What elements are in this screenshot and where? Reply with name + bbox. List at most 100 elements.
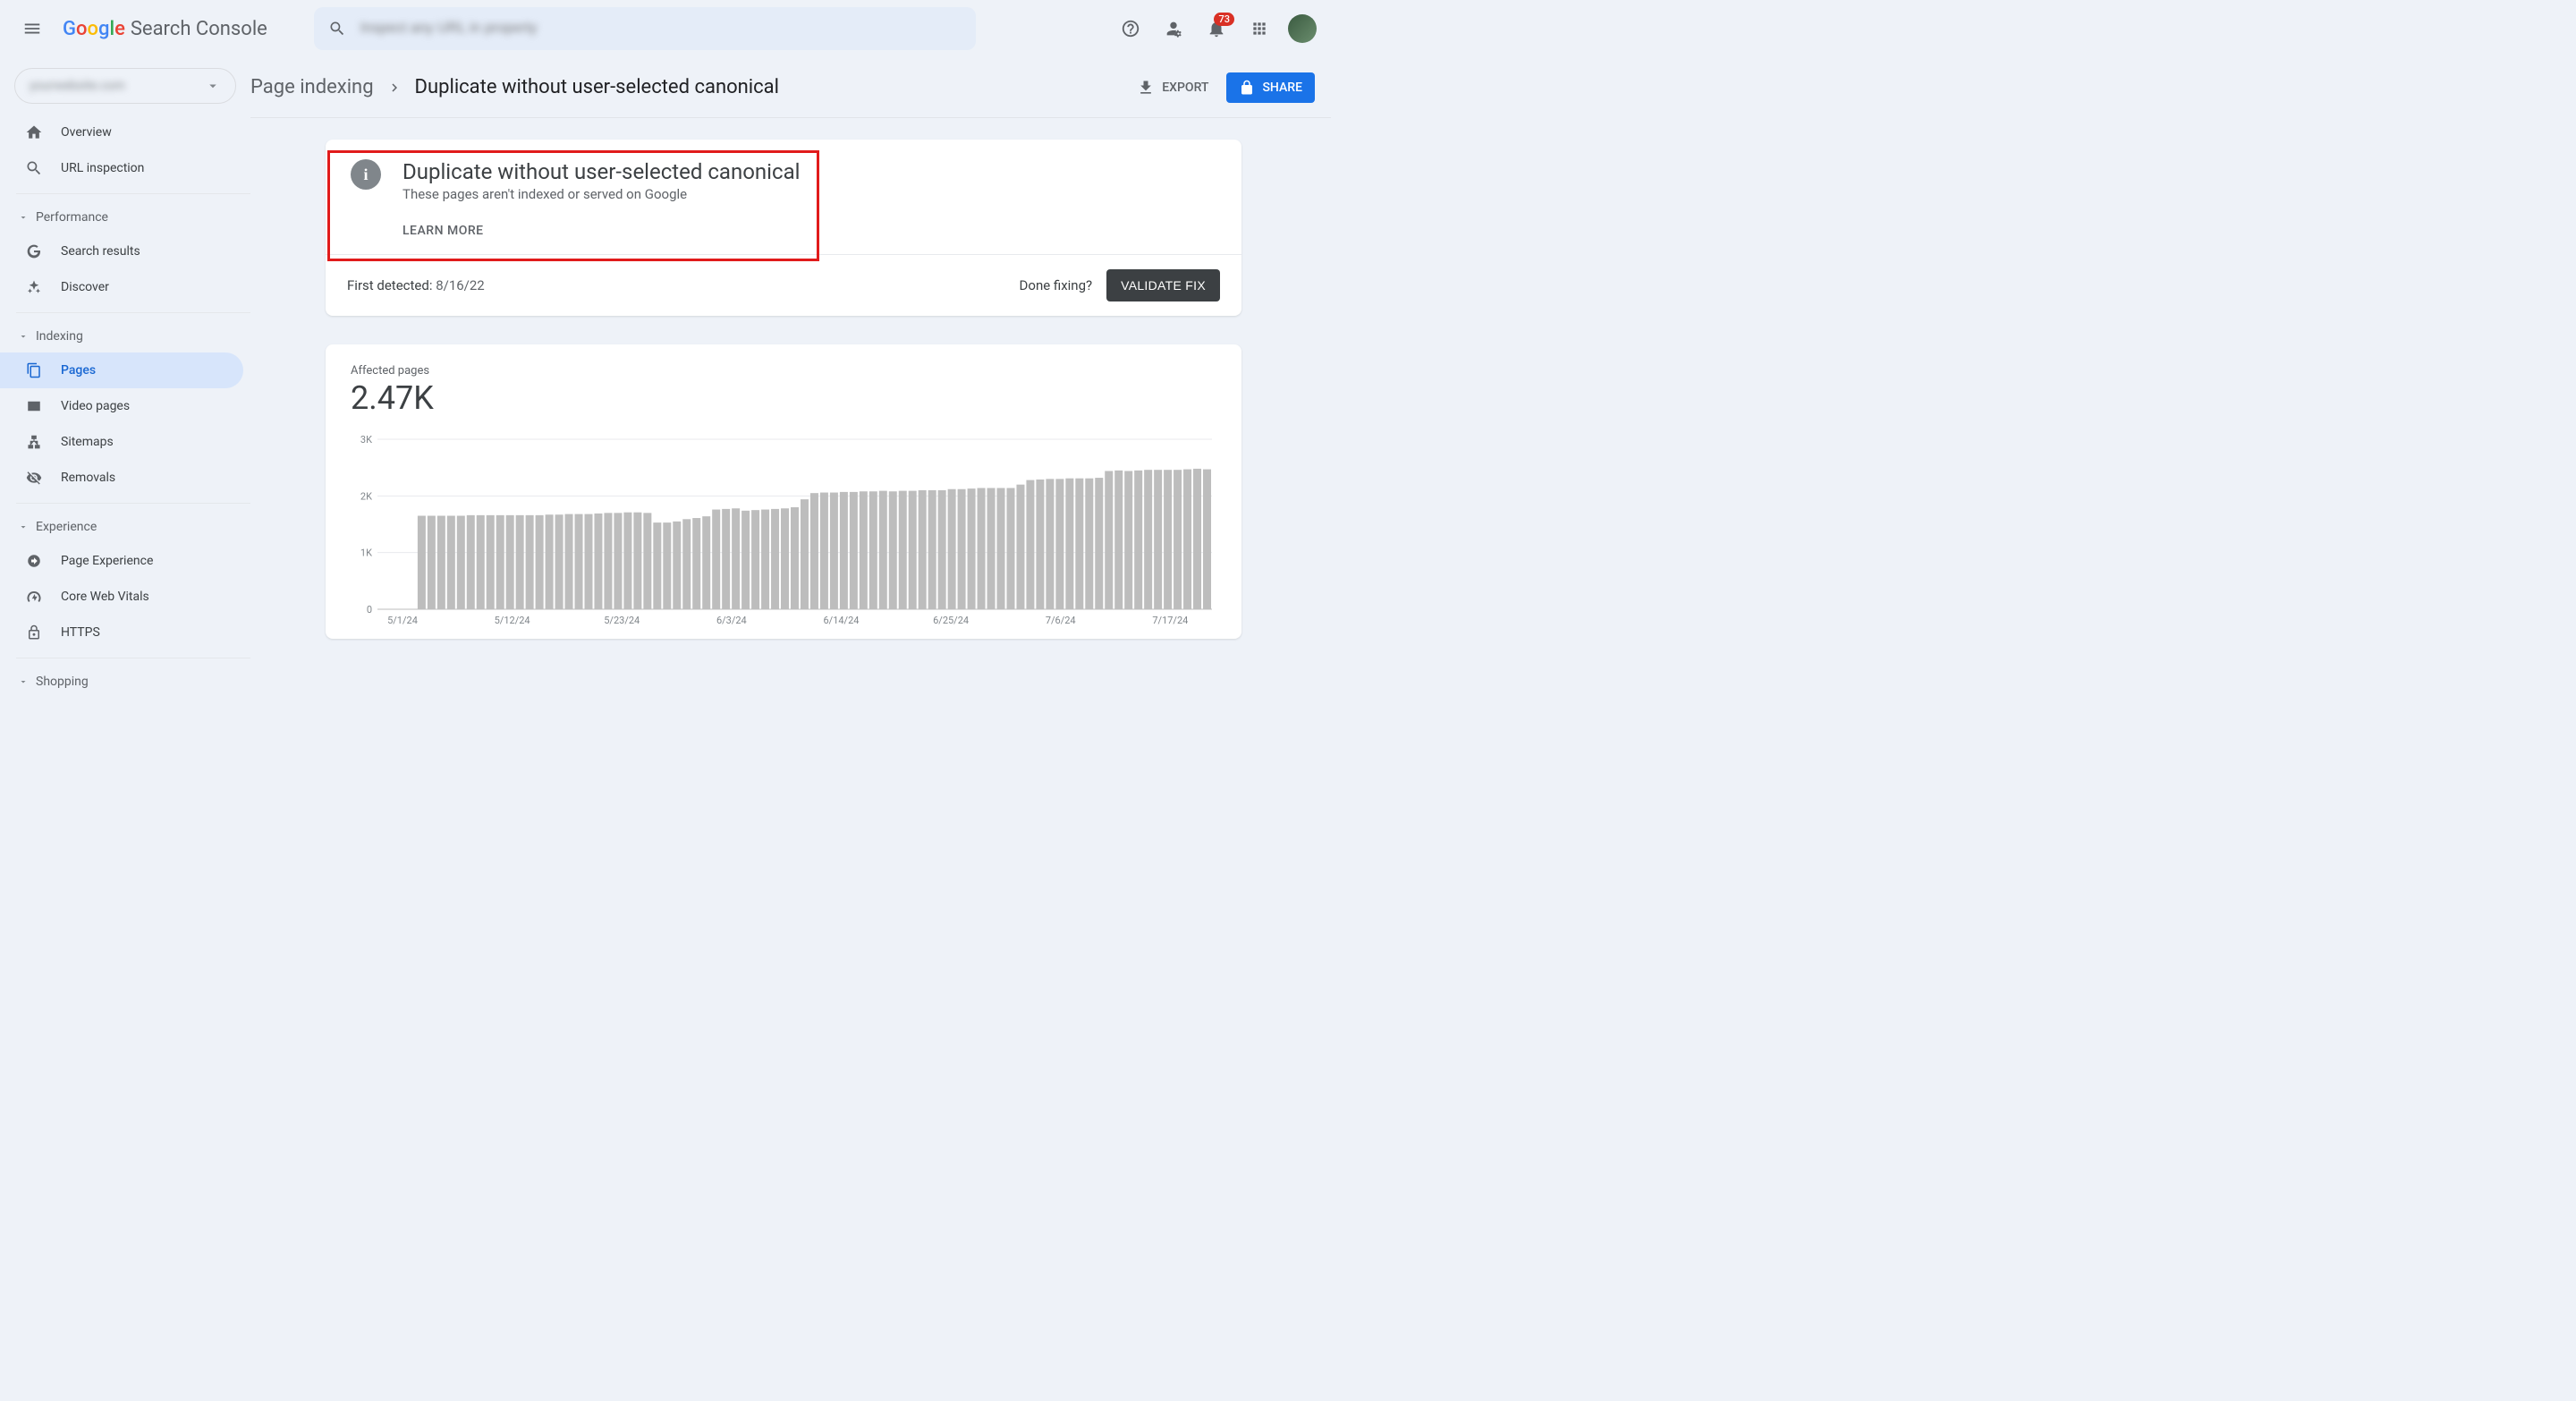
export-button[interactable]: EXPORT [1126, 72, 1219, 104]
notification-badge: 73 [1214, 13, 1234, 26]
help-icon [1121, 19, 1140, 38]
speed-icon [25, 588, 43, 606]
home-icon [25, 123, 43, 141]
sidebar-item-video-pages[interactable]: Video pages [0, 388, 243, 424]
sidebar-item-sitemaps[interactable]: Sitemaps [0, 424, 243, 460]
sidebar-item-url-inspection[interactable]: URL inspection [0, 150, 243, 186]
fix-row: First detected: 8/16/22 Done fixing? VAL… [326, 254, 1241, 316]
section-title: Shopping [36, 675, 89, 689]
sidebar-item-label: Video pages [61, 399, 130, 413]
sidebar-item-label: Search results [61, 244, 140, 259]
first-detected-label: First detected: [347, 277, 436, 293]
breadcrumb-current: Duplicate without user-selected canonica… [415, 76, 779, 98]
sidebar-item-label: Overview [61, 125, 112, 140]
lock-icon [25, 624, 43, 641]
validate-fix-button[interactable]: VALIDATE FIX [1106, 269, 1220, 301]
help-button[interactable] [1113, 11, 1148, 47]
sitemap-icon [25, 433, 43, 451]
chevron-down-icon [205, 78, 221, 94]
sidebar-item-discover[interactable]: Discover [0, 269, 243, 305]
searchbar[interactable] [314, 7, 976, 50]
issue-title: Duplicate without user-selected canonica… [402, 159, 800, 184]
hamburger-menu-button[interactable] [14, 11, 50, 47]
section-title: Indexing [36, 329, 83, 344]
property-selector[interactable]: yourwebsite.com [14, 68, 236, 104]
svg-text:2K: 2K [360, 490, 372, 502]
section-shopping[interactable]: Shopping [0, 666, 250, 698]
svg-text:5/23/24: 5/23/24 [604, 615, 640, 626]
sidebar-item-label: Discover [61, 280, 109, 294]
export-label: EXPORT [1162, 81, 1208, 95]
users-button[interactable] [1156, 11, 1191, 47]
arrow-circle-icon [25, 552, 43, 570]
section-title: Performance [36, 210, 108, 225]
sidebar: yourwebsite.com Overview URL inspection … [0, 57, 250, 726]
issue-subtitle: These pages aren't indexed or served on … [402, 186, 800, 202]
pages-icon [25, 361, 43, 379]
hamburger-icon [22, 19, 42, 38]
chevron-down-icon [18, 522, 29, 532]
apps-button[interactable] [1241, 11, 1277, 47]
download-icon [1137, 79, 1155, 97]
sidebar-item-label: Page Experience [61, 554, 153, 568]
google-g-icon [25, 242, 43, 260]
app-header: Google Search Console 73 [0, 0, 1331, 57]
first-detected-date: 8/16/22 [436, 277, 485, 293]
svg-text:5/1/24: 5/1/24 [387, 615, 418, 626]
issue-card: i Duplicate without user-selected canoni… [326, 140, 1241, 316]
property-name: yourwebsite.com [30, 79, 125, 93]
affected-pages-value: 2.47K [351, 379, 1216, 417]
share-button[interactable]: SHARE [1226, 72, 1315, 103]
learn-more-link[interactable]: LEARN MORE [402, 224, 800, 238]
sidebar-item-core-web-vitals[interactable]: Core Web Vitals [0, 579, 243, 615]
svg-text:1K: 1K [360, 548, 372, 559]
apps-grid-icon [1250, 20, 1268, 38]
svg-text:0: 0 [367, 604, 372, 616]
main-content: Page indexing Duplicate without user-sel… [250, 57, 1331, 726]
sidebar-item-page-experience[interactable]: Page Experience [0, 543, 243, 579]
affected-pages-label: Affected pages [351, 364, 1216, 378]
sidebar-item-label: Removals [61, 471, 115, 485]
svg-text:5/12/24: 5/12/24 [495, 615, 530, 626]
sidebar-item-pages[interactable]: Pages [0, 352, 243, 388]
sidebar-item-search-results[interactable]: Search results [0, 234, 243, 269]
lock-icon [1239, 80, 1255, 96]
section-performance[interactable]: Performance [0, 201, 250, 234]
avatar[interactable] [1288, 14, 1317, 43]
info-icon: i [351, 159, 381, 190]
sidebar-item-overview[interactable]: Overview [0, 115, 243, 150]
sidebar-item-label: Core Web Vitals [61, 590, 149, 604]
chevron-down-icon [18, 212, 29, 223]
sidebar-item-removals[interactable]: Removals [0, 460, 243, 496]
search-icon [25, 159, 43, 177]
search-icon [328, 20, 346, 38]
chevron-down-icon [18, 676, 29, 687]
chevron-right-icon [386, 80, 402, 96]
notifications-button[interactable]: 73 [1199, 11, 1234, 47]
eye-off-icon [25, 469, 43, 487]
svg-text:6/3/24: 6/3/24 [716, 615, 747, 626]
breadcrumb-parent[interactable]: Page indexing [250, 76, 374, 98]
svg-text:7/17/24: 7/17/24 [1152, 615, 1188, 626]
done-fixing-label: Done fixing? [1020, 277, 1093, 293]
video-icon [25, 397, 43, 415]
svg-text:6/14/24: 6/14/24 [823, 615, 859, 626]
chart-card: Affected pages 2.47K 0 1K 2K 3K 5/1/24 5/12/2… [326, 344, 1241, 639]
sidebar-item-https[interactable]: HTTPS [0, 615, 243, 650]
sidebar-item-label: Sitemaps [61, 435, 114, 449]
sidebar-item-label: URL inspection [61, 161, 144, 175]
chevron-down-icon [18, 331, 29, 342]
sidebar-item-label: Pages [61, 363, 96, 378]
section-experience[interactable]: Experience [0, 511, 250, 543]
affected-pages-chart: 0 1K 2K 3K 5/1/24 5/12/24 5/23/24 6/3/24 6/14/24… [351, 435, 1216, 632]
share-label: SHARE [1262, 81, 1302, 95]
section-indexing[interactable]: Indexing [0, 320, 250, 352]
svg-text:3K: 3K [360, 435, 372, 446]
sidebar-item-label: HTTPS [61, 625, 100, 640]
discover-icon [25, 278, 43, 296]
section-title: Experience [36, 520, 97, 534]
svg-text:6/25/24: 6/25/24 [933, 615, 969, 626]
breadcrumb-row: Page indexing Duplicate without user-sel… [250, 57, 1331, 118]
product-logo: Google Search Console [63, 18, 267, 40]
search-input[interactable] [360, 21, 962, 37]
